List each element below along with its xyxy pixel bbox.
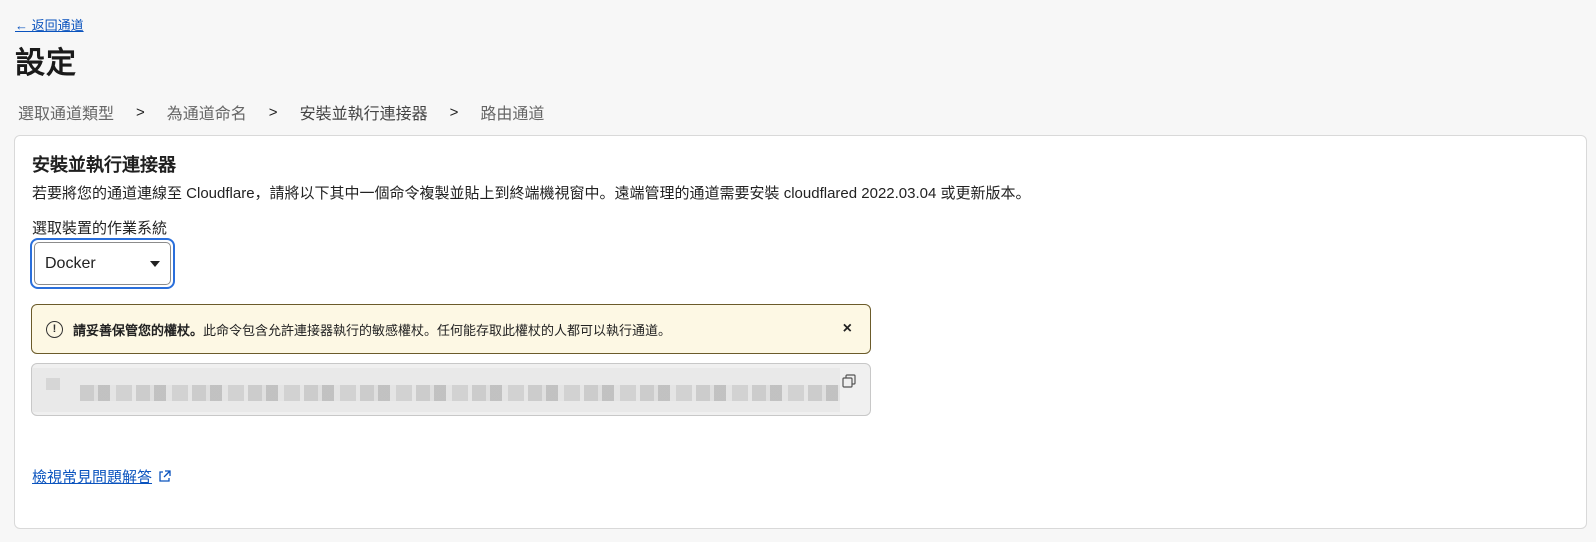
install-command-box[interactable] [31,363,871,416]
step-route-tunnel: 路由通道 [480,106,545,123]
redacted-command [80,385,840,401]
redacted-block [46,378,60,390]
os-select[interactable]: Docker [34,242,171,285]
page-title: 設定 [15,47,77,80]
os-select-focus-ring: Docker [30,238,175,289]
warning-bold-text: 請妥善保管您的權杖。 [73,322,204,338]
stepper-breadcrumb: 選取通道類型 > 為通道命名 > 安裝並執行連接器 > 路由通道 [18,100,544,124]
faq-link-label: 檢視常見問題解答 [32,469,153,486]
copy-icon[interactable] [842,374,856,388]
step-name-tunnel: 為通道命名 [166,106,247,123]
card-description: 若要將您的通道連線至 Cloudflare，請將以下其中一個命令複製並貼上到終端… [32,185,1031,202]
step-select-tunnel-type: 選取通道類型 [18,106,115,123]
external-link-icon [159,470,171,482]
caret-down-icon [150,260,160,267]
back-to-tunnels-link[interactable]: ← 返回通道 [15,15,84,34]
os-select-label: 選取裝置的作業系統 [32,220,168,237]
exclamation-circle-icon: ! [46,320,63,338]
command-text-area [32,368,840,412]
token-warning-banner: ! 請妥善保管您的權杖。此命令包含允許連接器執行的敏感權杖。任何能存取此權杖的人… [31,304,871,354]
install-connector-card: 安裝並執行連接器 若要將您的通道連線至 Cloudflare，請將以下其中一個命… [14,135,1587,529]
os-select-value: Docker [45,254,96,272]
step-separator: > [449,103,459,121]
step-separator: > [268,103,278,121]
warning-text: 請妥善保管您的權杖。此命令包含允許連接器執行的敏感權杖。任何能存取此權杖的人都可… [73,320,671,339]
faq-link[interactable]: 檢視常見問題解答 [32,466,171,487]
card-title: 安裝並執行連接器 [32,155,176,175]
step-separator: > [136,103,145,121]
close-warning-button[interactable]: × [839,320,856,338]
step-install-connector: 安裝並執行連接器 [299,106,428,123]
warning-body-text: 此命令包含允許連接器執行的敏感權杖。任何能存取此權杖的人都可以執行通道。 [203,322,672,338]
